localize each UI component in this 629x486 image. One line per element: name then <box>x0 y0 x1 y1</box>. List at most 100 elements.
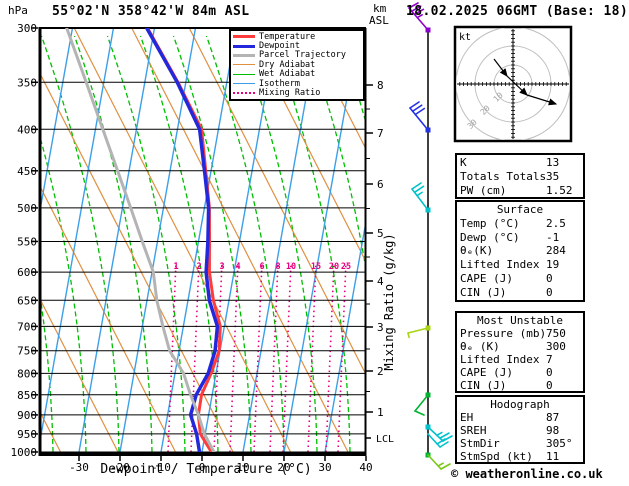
table-row: StmDir 305° <box>460 437 583 450</box>
row-value: 0 <box>546 285 553 299</box>
wind-barb-half-tick <box>407 332 410 339</box>
pressure-tick-label: 400 <box>17 123 37 136</box>
row-label: CIN (J) <box>460 379 507 392</box>
copyright-footer: © weatheronline.co.uk <box>451 467 603 481</box>
row-label: Totals Totals <box>460 170 547 183</box>
pressure-tick-label: 500 <box>17 202 37 215</box>
legend-swatch-dewpoint <box>233 44 255 48</box>
mixing-ratio-line <box>253 261 263 452</box>
mixing-ratio-value: 8 <box>275 262 280 272</box>
skewt-sounding-page: 1 2 3 4 6 8 10 15 20 25 300 350 400 450 500 550 600 650 70… <box>0 0 629 486</box>
mixing-ratio-value: 2 <box>196 262 201 272</box>
row-label: StmDir <box>460 437 500 450</box>
pressure-tick-label: 600 <box>17 266 37 279</box>
legend-item: Wet Adiabat <box>233 69 361 79</box>
mixing-ratio-value: 20 <box>329 262 339 272</box>
legend-swatch-mixing-ratio <box>233 92 255 95</box>
row-value: 305° <box>546 437 573 450</box>
mixing-ratio-value: 1 <box>173 262 178 272</box>
legend-swatch-isotherm <box>233 83 255 85</box>
pressure-tick-label: 800 <box>17 367 37 380</box>
row-label: K <box>460 156 467 169</box>
mixing-ratio-value: 6 <box>259 262 264 272</box>
mixing-ratio-value: 3 <box>219 262 224 272</box>
table-row: CIN (J) 0 <box>460 286 583 300</box>
legend-label: Mixing Ratio <box>259 88 321 99</box>
row-value: 7 <box>546 353 553 366</box>
pressure-unit-label: hPa <box>8 4 28 17</box>
pressure-tick-label: 450 <box>17 165 37 178</box>
surface-table-title: Surface <box>496 203 544 216</box>
mixing-ratio-line <box>307 261 317 452</box>
row-label: PW (cm) <box>460 184 507 197</box>
row-value: 13 <box>546 156 560 169</box>
row-label: θₑ(K) <box>460 244 494 258</box>
row-value: 19 <box>546 258 560 272</box>
mixing-ratio-value: 4 <box>235 262 240 272</box>
table-row: θₑ (K) 300 <box>460 340 583 353</box>
row-label: Dewp (°C) <box>460 230 520 244</box>
row-value: 98 <box>546 424 560 437</box>
pressure-tick-label: 750 <box>17 345 37 358</box>
row-label: Pressure (mb) <box>460 327 547 340</box>
row-value: 300 <box>546 340 566 353</box>
row-value: 750 <box>546 327 566 340</box>
legend-item: Dewpoint <box>233 41 361 51</box>
wet-adiabat-line <box>106 35 186 452</box>
station-title: 55°02'N 358°42'W 84m ASL <box>52 4 250 19</box>
row-value: 2.5 <box>546 216 566 230</box>
legend-item: Mixing Ratio <box>233 88 361 99</box>
parcel-trajectory-curve <box>65 28 216 452</box>
table-row: StmSpd (kt) 11 <box>460 450 583 463</box>
row-value: -1 <box>546 230 560 244</box>
km-tick-label: 1 <box>377 406 384 419</box>
pressure-tick-label: 700 <box>17 320 37 333</box>
asl-axis-unit: ASL <box>369 14 389 27</box>
most-unstable-table: Most Unstable Pressure (mb) 750 θₑ (K) 300 L… <box>455 311 585 393</box>
indices-table: K 13 Totals Totals 35 PW (cm) 1.52 <box>455 153 585 199</box>
row-value: 284 <box>546 244 566 258</box>
table-row: CAPE (J) 0 <box>460 272 583 286</box>
km-tick-label: 7 <box>377 127 384 140</box>
legend-item: Dry Adiabat <box>233 60 361 70</box>
temperature-axis-label: Dewpoint / Temperature (°C) <box>100 462 312 477</box>
pressure-tick-label: 850 <box>17 389 37 402</box>
table-row: Dewp (°C) -1 <box>460 231 583 245</box>
surface-table: Surface Temp (°C) 2.5 Dewp (°C) -1 θₑ(K) 284 L… <box>455 200 585 302</box>
pressure-tick-label: 650 <box>17 294 37 307</box>
table-row: Pressure (mb) 750 <box>460 327 583 340</box>
most-unstable-table-title: Most Unstable <box>476 314 564 327</box>
row-label: EH <box>460 411 474 424</box>
row-value: 0 <box>546 366 553 379</box>
row-label: SREH <box>460 424 487 437</box>
wind-barb <box>411 182 429 211</box>
pressure-tick-label: 300 <box>17 22 37 35</box>
wind-barb <box>427 454 451 470</box>
wind-barb-shaft <box>414 394 429 412</box>
mixing-ratio-value: 15 <box>311 262 321 272</box>
table-row: θₑ(K) 284 <box>460 244 583 258</box>
wind-barb-half-tick <box>416 191 423 197</box>
row-value: 1.52 <box>546 184 573 197</box>
legend-item: Isotherm <box>233 79 361 89</box>
row-label: StmSpd (kt) <box>460 450 533 463</box>
mixing-ratio-line <box>337 261 347 452</box>
pressure-tick-label: 550 <box>17 235 37 248</box>
plot-left-border <box>38 28 42 456</box>
legend-item: Parcel Trajectory <box>233 50 361 60</box>
wind-barb-full-tick <box>439 441 449 448</box>
table-row: Lifted Index 19 <box>460 258 583 272</box>
lcl-label: LCL <box>376 434 394 445</box>
wind-barb-half-tick <box>436 431 443 437</box>
row-value: 11 <box>546 450 560 463</box>
table-row: K 13 <box>460 156 583 170</box>
row-label: Lifted Index <box>460 353 540 366</box>
table-row: Totals Totals 35 <box>460 170 583 184</box>
table-row: PW (cm) 1.52 <box>460 184 583 198</box>
table-row: CAPE (J) 0 <box>460 366 583 379</box>
wind-barb-shaft <box>407 327 429 334</box>
legend-box: Temperature Dewpoint Parcel Trajectory Dry … <box>229 29 365 101</box>
pressure-tick-label: 900 <box>17 409 37 422</box>
table-row: SREH 98 <box>460 424 583 437</box>
row-label: CAPE (J) <box>460 366 513 379</box>
